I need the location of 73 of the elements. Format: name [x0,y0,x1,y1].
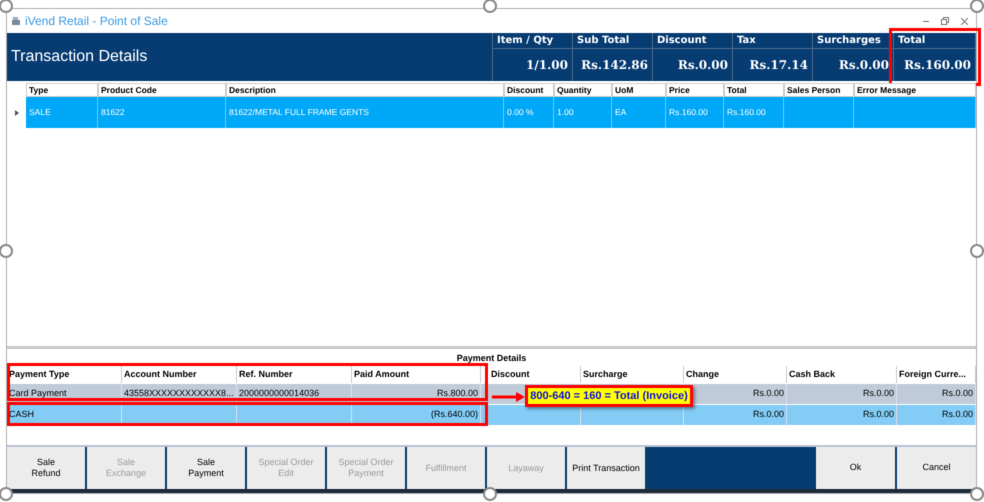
resize-handle[interactable] [0,244,13,258]
action-button[interactable]: Print Transaction [567,447,647,489]
table-cell: Rs.0.00 [787,384,897,404]
table-cell: Rs.0.00 [897,384,976,404]
summary-label: Discount [653,33,732,49]
table-cell: 1.00 [554,97,612,128]
row-pointer-icon [14,110,18,116]
table-row[interactable]: CASH (Rs.640.00) Rs.0.00 Rs.0.00 Rs.0.00 [7,405,976,425]
summary-value: Rs.0.00 [838,57,890,74]
table-cell: 81622/METAL FULL FRAME GENTS [226,97,504,128]
summary-value: Rs.160.00 [903,57,972,74]
column-header: Error Message [854,83,976,97]
close-icon[interactable] [961,18,968,24]
section-title: Payment Details [456,353,528,364]
annotation-callout: 800-640 = 160 = Total (Invoice) [525,385,693,407]
column-header: Description [226,83,504,97]
table-cell: CASH [7,405,122,425]
column-header: Total [724,83,784,97]
resize-handle[interactable] [0,487,13,501]
table-cell: 2000000000014036 [237,384,352,404]
resize-handle[interactable] [483,0,497,13]
summary-label: Sub Total [573,33,652,49]
action-button[interactable]: Sale Refund [7,447,87,489]
table-cell: 81622 [98,97,226,128]
dialog-button[interactable]: Ok [814,447,895,489]
summary-value: 1/1.00 [525,57,569,74]
column-header: Payment Type [7,366,122,383]
table-cell: EA [612,97,666,128]
table-cell: Card Payment [7,384,122,404]
column-header: Sales Person [784,83,854,97]
resize-handle[interactable] [970,244,984,258]
table-cell: Rs.0.00 [787,405,897,425]
column-header: Cash Back [787,366,897,383]
resize-handle[interactable] [483,487,497,501]
column-header: Paid Amount [352,366,481,383]
resize-handle[interactable] [970,0,984,13]
header-title: Transaction Details [10,47,148,67]
column-header: Price [666,83,724,97]
summary-label: Item / Qty [493,33,572,49]
table-cell: Rs.160.00 [724,97,784,128]
table-cell: (Rs.640.00) [352,405,481,425]
table-cell: Rs.800.00 [352,384,481,404]
summary-label: Total [894,33,975,49]
column-header: Change [684,366,787,383]
register-icon [11,16,21,26]
summary-label: Tax [733,33,812,49]
summary-value: Rs.142.86 [580,57,649,74]
resize-handle[interactable] [970,487,984,501]
dialog-button[interactable]: Cancel [895,447,976,489]
table-cell: 43558XXXXXXXXXXXX8... [122,384,237,404]
column-header: UoM [612,83,666,97]
table-cell: Rs.160.00 [666,97,724,128]
column-header: Discount [504,83,554,97]
restore-icon[interactable] [941,17,949,25]
column-header: Foreign Curre... [897,366,976,383]
table-cell: SALE [26,97,98,128]
column-header: Product Code [98,83,226,97]
column-header: Account Number [122,366,237,383]
column-header: Discount [481,366,581,383]
window-title: iVend Retail - Point of Sale [25,13,168,30]
column-header: Surcharge [581,366,684,383]
column-header: Type [26,83,98,97]
minimize-icon[interactable] [923,20,929,22]
column-header: Ref. Number [237,366,352,383]
action-button[interactable]: Sale Payment [167,447,247,489]
table-cell: 0.00 % [504,97,554,128]
summary-label: Surcharges [813,33,893,49]
table-cell: Rs.0.00 [897,405,976,425]
arrow [492,392,525,402]
column-header: Quantity [554,83,612,97]
resize-handle[interactable] [0,0,13,13]
summary-value: Rs.17.14 [748,57,809,74]
summary-value: Rs.0.00 [676,57,729,74]
